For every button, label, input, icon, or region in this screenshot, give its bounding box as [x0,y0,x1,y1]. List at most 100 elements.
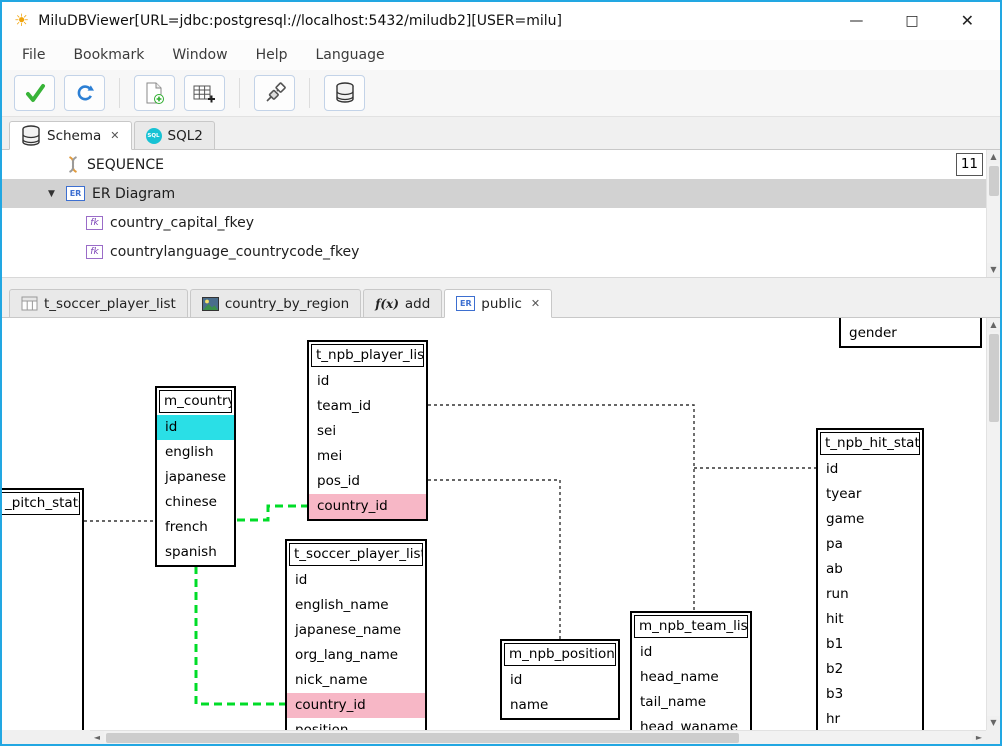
menu-window[interactable]: Window [172,47,227,63]
expander-icon[interactable]: ▼ [48,189,66,199]
add-table-button[interactable] [184,75,225,111]
er-icon: ER [66,186,85,201]
menu-help[interactable]: Help [256,47,288,63]
er-field-ab[interactable]: ab [818,557,922,582]
menu-file[interactable]: File [22,47,45,63]
image-icon [201,296,219,311]
er-table-m-npb-team-list[interactable]: m_npb_team_list id head_name tail_name head_… [630,611,752,730]
er-field-id[interactable]: id [157,415,234,440]
er-field-english[interactable]: english [157,440,234,465]
er-field-chinese[interactable]: chinese [157,490,234,515]
scroll-left-icon[interactable]: ◄ [90,730,104,744]
er-field-b1[interactable]: b1 [818,632,922,657]
er-field-mei[interactable]: mei [309,444,426,469]
er-field-english-name[interactable]: english_name [287,593,425,618]
er-field-pa[interactable]: pa [818,532,922,557]
er-field-hr[interactable]: hr [818,707,922,730]
er-field-id[interactable]: id [818,457,922,482]
tree-item-er-diagram[interactable]: ▼ ER ER Diagram [2,179,1000,208]
scroll-up-icon[interactable]: ▲ [986,150,1000,164]
scroll-down-icon[interactable]: ▼ [986,263,1000,277]
connect-button[interactable] [254,75,295,111]
scroll-right-icon[interactable]: ► [972,730,986,744]
er-field-sei[interactable]: sei [309,419,426,444]
er-table-t-soccer-player-list[interactable]: t_soccer_player_list id english_name japane… [285,539,427,730]
er-field-run[interactable]: run [818,582,922,607]
minimize-button[interactable]: — [849,14,863,28]
er-field-id[interactable]: id [309,369,426,394]
er-table-title[interactable]: m_npb_team_list [634,615,748,638]
close-button[interactable]: ✕ [961,13,974,29]
er-field-id[interactable]: id [287,568,425,593]
app-icon: ☀ [14,11,30,31]
canvas-hscroll-thumb[interactable] [106,732,739,743]
diagram-tab-public[interactable]: ER public ✕ [444,289,553,318]
menu-bookmark[interactable]: Bookmark [73,47,144,63]
er-table-t-npb-player-list[interactable]: t_npb_player_list id team_id sei mei pos_id co… [307,340,428,521]
er-table-unnamed[interactable]: incomegender [839,318,982,348]
scroll-down-icon[interactable]: ▼ [986,716,1000,730]
er-field-org-lang-name[interactable]: org_lang_name [287,643,425,668]
scroll-up-icon[interactable]: ▲ [986,318,1000,332]
er-field-game[interactable]: game [818,507,922,532]
tree-item-country-capital-fkey[interactable]: fk country_capital_fkey [2,208,1000,237]
tree-scrollbar[interactable]: ▲ ▼ [986,150,1000,277]
close-tab-icon[interactable]: ✕ [110,129,119,142]
er-table-title[interactable]: t_soccer_player_list [289,543,423,566]
fk-relation-line [194,566,285,706]
er-field-pos-id[interactable]: pos_id [309,469,426,494]
er-field-name[interactable]: name [502,693,618,718]
er-field-hit[interactable]: hit [818,607,922,632]
er-table-title[interactable]: t_npb_player_list [311,344,424,367]
er-field-japanese[interactable]: japanese [157,465,234,490]
diagram-tab-country-by-region[interactable]: country_by_region [189,289,362,318]
canvas-hscrollbar[interactable]: ◄ ► [90,730,986,744]
close-tab-icon[interactable]: ✕ [531,297,540,310]
er-table-title[interactable]: m_npb_position [504,643,616,666]
commit-button[interactable] [14,75,55,111]
er-field-team-id[interactable]: team_id [309,394,426,419]
er-field-country-id[interactable]: country_id [309,494,426,519]
er-table-pitch-stats[interactable]: _pitch_stats [2,488,84,730]
er-field-french[interactable]: french [157,515,234,540]
er-field-spanish[interactable]: spanish [157,540,234,565]
er-field-b3[interactable]: b3 [818,682,922,707]
maximize-button[interactable]: □ [905,14,918,28]
database-button[interactable] [324,75,365,111]
er-field-gender[interactable]: gender [841,321,980,346]
tree-item-sequence[interactable]: SEQUENCE [2,150,1000,179]
er-canvas[interactable]: incomegendert_npb_player_listidteam_idse… [2,318,986,730]
er-table-m-npb-position[interactable]: m_npb_position id name [500,639,620,720]
er-field-head-name[interactable]: head_name [632,665,750,690]
diagram-tab-add[interactable]: f(x) add [363,289,443,318]
panel-splitter[interactable] [2,278,1000,285]
er-table-title[interactable]: _pitch_stats [2,492,80,515]
main-tab-bar: Schema ✕ SQL SQL2 [2,117,1000,150]
er-table-title[interactable]: t_npb_hit_stats [820,432,920,455]
er-field-tyear[interactable]: tyear [818,482,922,507]
tree-item-countrylanguage-countrycode-fkey[interactable]: fk countrylanguage_countrycode_fkey [2,237,1000,266]
main-tab-sql2[interactable]: SQL SQL2 [133,121,215,150]
main-tab-schema[interactable]: Schema ✕ [9,121,132,150]
er-field-id[interactable]: id [632,640,750,665]
er-table-t-npb-hit-stats[interactable]: t_npb_hit_stats id tyear game pa ab run hit b1 b2… [816,428,924,730]
er-table-title[interactable]: m_country [159,390,232,413]
relation-line [428,479,561,639]
canvas-vscrollbar[interactable]: ▲ ▼ [986,318,1000,730]
er-field-b2[interactable]: b2 [818,657,922,682]
er-field-country-id[interactable]: country_id [287,693,425,718]
er-field-nick-name[interactable]: nick_name [287,668,425,693]
er-field-head-waname[interactable]: head_waname [632,715,750,730]
er-field-position[interactable]: position [287,718,425,730]
er-field-japanese-name[interactable]: japanese_name [287,618,425,643]
er-table-m-country[interactable]: m_country id english japanese chinese french s… [155,386,236,567]
canvas-vscroll-thumb[interactable] [988,334,999,422]
diagram-tab-t-soccer-player-list[interactable]: t_soccer_player_list [9,289,188,318]
er-field-tail-name[interactable]: tail_name [632,690,750,715]
fk-icon: fk [86,215,103,230]
new-query-button[interactable] [134,75,175,111]
tree-scroll-thumb[interactable] [988,166,999,196]
menu-language[interactable]: Language [316,47,385,63]
rollback-button[interactable] [64,75,105,111]
er-field-id[interactable]: id [502,668,618,693]
